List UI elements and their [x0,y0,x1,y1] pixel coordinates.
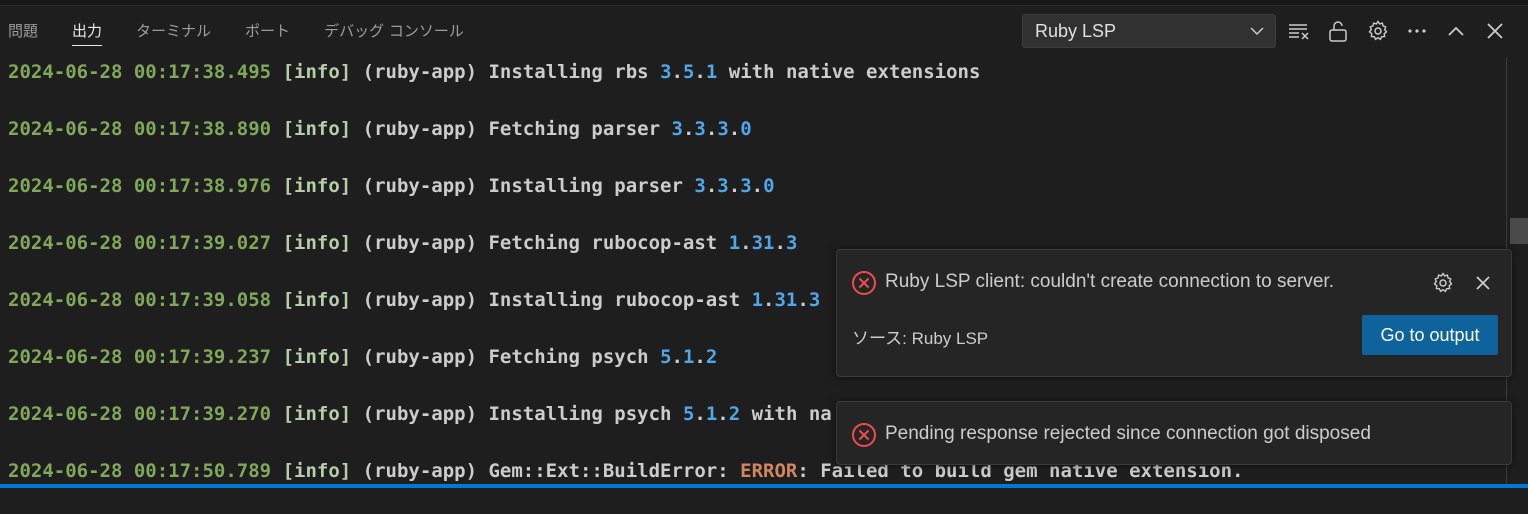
status-bar [0,484,1528,488]
notification-pending-response: Pending response rejected since connecti… [836,401,1512,465]
tab-terminal[interactable]: ターミナル [128,6,219,56]
notification-message: Ruby LSP client: couldn't create connect… [885,271,1334,292]
tab-ports[interactable]: ポート [237,6,298,56]
log-line: 2024-06-28 00:17:38.495 [info] (ruby-app… [8,61,981,83]
tab-output[interactable]: 出力 [64,6,110,56]
notification-message: Pending response rejected since connecti… [885,423,1371,444]
notification-source: ソース: Ruby LSP [852,329,989,348]
error-icon [852,271,876,295]
more-actions-icon[interactable] [1405,19,1429,43]
log-line: 2024-06-28 00:17:38.890 [info] (ruby-app… [8,118,752,140]
error-icon [852,423,876,447]
tab-problems[interactable]: 問題 [0,6,46,56]
log-line: 2024-06-28 00:17:38.976 [info] (ruby-app… [8,175,775,197]
notification-close-icon[interactable] [1471,271,1495,295]
panel-tabs: 問題 出力 ターミナル ポート デバッグ コンソール [0,6,490,56]
chevron-down-icon [1250,27,1264,36]
gear-icon[interactable] [1366,19,1390,43]
tab-debug-console[interactable]: デバッグ コンソール [316,6,472,56]
lock-scroll-icon[interactable] [1326,19,1350,43]
go-to-output-button[interactable]: Go to output [1362,315,1498,355]
output-channel-value: Ruby LSP [1035,20,1117,41]
clear-output-icon[interactable] [1287,19,1311,43]
scrollbar-thumb[interactable] [1510,218,1528,244]
close-panel-icon[interactable] [1483,19,1507,43]
output-channel-select[interactable]: Ruby LSP [1022,14,1276,48]
notification-gear-icon[interactable] [1431,271,1455,295]
maximize-panel-icon[interactable] [1444,19,1468,43]
notification-connection-error: Ruby LSP client: couldn't create connect… [836,249,1512,377]
